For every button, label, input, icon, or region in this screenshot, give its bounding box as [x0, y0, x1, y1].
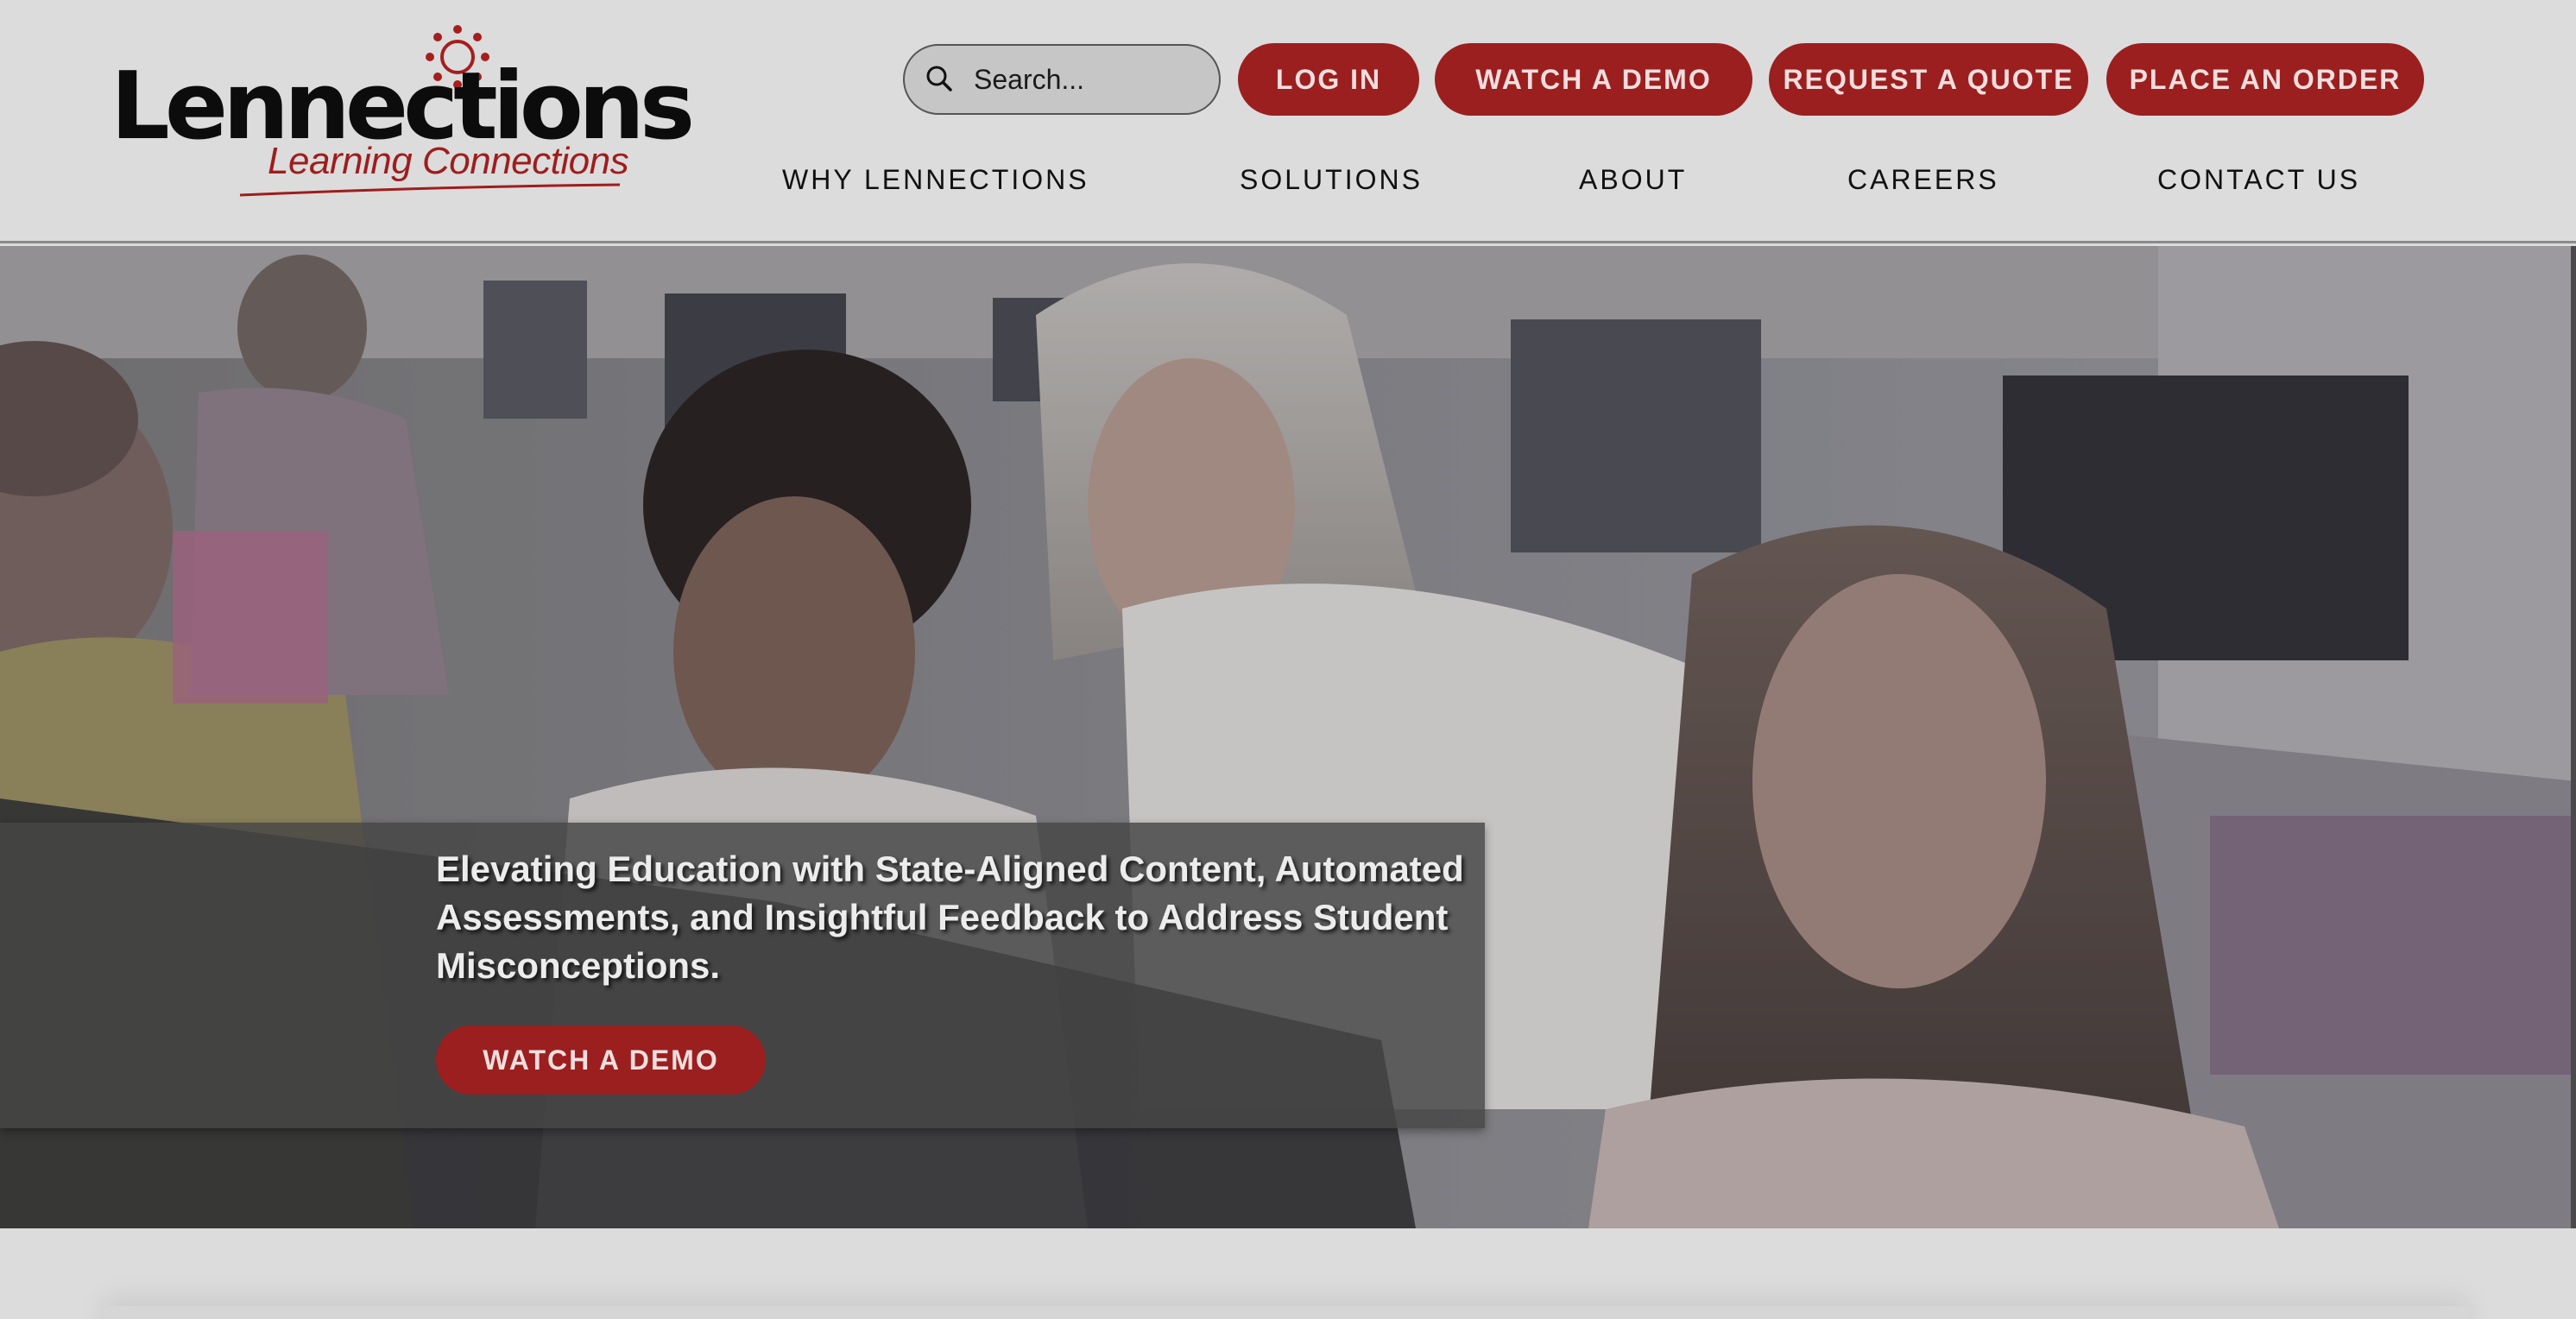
nav-about[interactable]: ABOUT: [1579, 164, 1687, 202]
logo[interactable]: Lennections Learning Connections: [110, 24, 695, 197]
nav-solutions[interactable]: SOLUTIONS: [1240, 164, 1423, 202]
nav-careers[interactable]: CAREERS: [1847, 164, 1999, 202]
nav-why-lennections[interactable]: WHY LENNECTIONS: [782, 164, 1089, 202]
search-icon: [926, 66, 952, 92]
hero-banner: Elevating Education with State-Aligned C…: [0, 246, 2576, 1228]
watch-demo-button[interactable]: WATCH A DEMO: [1435, 43, 1752, 116]
content-card-edge: [104, 1306, 2469, 1319]
logo-swoosh: [239, 183, 621, 197]
logo-tagline: Learning Connections: [268, 140, 629, 182]
login-button[interactable]: LOG IN: [1238, 43, 1419, 116]
nav-contact-us[interactable]: CONTACT US: [2157, 164, 2360, 202]
hero-caption: Elevating Education with State-Aligned C…: [436, 849, 1464, 986]
search-input[interactable]: [974, 63, 1207, 96]
hero-watch-demo-button[interactable]: WATCH A DEMO: [436, 1026, 766, 1095]
place-order-button[interactable]: PLACE AN ORDER: [2106, 43, 2424, 116]
below-fold: [0, 1228, 2576, 1319]
hero-scroll-edge: [2571, 246, 2576, 1228]
site-header: Lennections Learning Connections LOG IN …: [0, 0, 2576, 243]
search-box[interactable]: [903, 44, 1221, 115]
request-quote-button[interactable]: REQUEST A QUOTE: [1769, 43, 2088, 116]
